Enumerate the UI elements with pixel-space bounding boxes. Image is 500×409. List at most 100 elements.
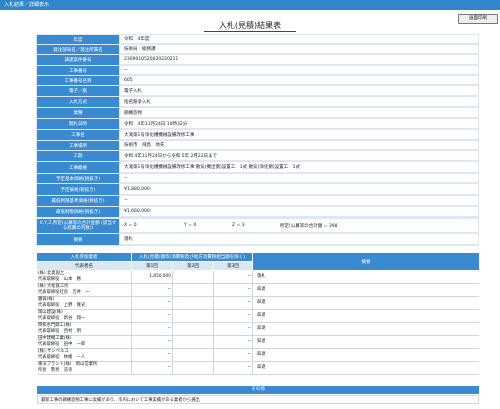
bid-remark: 辞退 (257, 326, 266, 331)
round1-amount: − (167, 300, 171, 305)
field-value: ¥1,660,000- (120, 207, 478, 217)
field-label: 工事概要 (37, 162, 119, 173)
round1-amount: − (167, 287, 171, 292)
company-name: (株) 大松鉄工所 (38, 284, 69, 289)
field-label: 工事番号名称 (37, 76, 119, 85)
column-divider (213, 310, 214, 322)
company-name: (株) サンペルコ (38, 349, 69, 354)
bid-remark: 辞退 (257, 300, 266, 305)
participants-header: 入札参加業者 (37, 253, 131, 261)
other-value: 最新工事の鋼構造物工事に実績があり、市内において工事実績がある業者から選出 (37, 395, 479, 404)
amounts-header: 入札(見積)額等(消費税及び地方消費税相当額を除く) (132, 253, 252, 261)
column-divider (213, 362, 214, 374)
bid-remark: 辞退 (257, 365, 266, 370)
rep-name: 代表取締役 田中 一郎 (38, 342, 86, 347)
column-divider (172, 271, 173, 283)
table-row: (株) サンペルコ 代表取締役 林尾 一人 − − 辞退 (37, 349, 479, 362)
column-divider (131, 284, 132, 296)
table-row: (株) 北奥国土 代表取締役 山本 勝 1,850,000 − 落札 (37, 271, 479, 284)
rep-name: 代表取締役社長 吉井 一 (38, 290, 90, 295)
field-value: 令和 4年11月24日 10時32分 (120, 119, 478, 129)
field-label: 最低制限基準価格(税抜き) (37, 196, 119, 206)
column-divider (213, 284, 214, 296)
column-divider (131, 310, 132, 322)
column-divider (131, 349, 132, 361)
column-divider (252, 362, 253, 374)
column-divider (213, 297, 214, 309)
rep-name: 代表取締役 西村 明 (38, 329, 81, 334)
rep-name: 代表取締役 上野 隆史 (38, 303, 86, 308)
column-divider (172, 297, 173, 309)
column-divider (213, 336, 214, 348)
column-divider (131, 271, 132, 283)
bid-remark: 辞退 (257, 313, 266, 318)
column-divider (252, 284, 253, 296)
field-label: 発注部局名／発注所属名 (37, 45, 119, 54)
page-title: 入札(見積)結果表 (218, 21, 282, 30)
column-divider (131, 336, 132, 348)
field-value: 電子入札 (120, 86, 478, 96)
column-divider (172, 336, 173, 348)
field-label: 業種 (37, 108, 119, 118)
company-name: 明和水門鋼工(株) (38, 323, 72, 328)
round3-header: 第3回 (214, 262, 252, 270)
table-row: 岡山建設(株) 代表取締役 新谷 翔一 − − 辞退 (37, 310, 479, 323)
rep-name: 代表取締役 林尾 一人 (38, 355, 86, 360)
score-x: X = 0 (124, 223, 137, 228)
round1-amount: − (167, 339, 171, 344)
table-row: 田中建機工業(株) 代表取締役 田中 一郎 − − 辞退 (37, 336, 479, 349)
field-value: 605 (120, 76, 478, 85)
round3-amount: − (247, 365, 251, 370)
round3-amount: − (247, 326, 251, 331)
column-divider (172, 284, 173, 296)
column-divider (172, 323, 173, 335)
field-label: 開札日時 (37, 119, 119, 129)
column-divider (131, 323, 132, 335)
field-label: 年度 (37, 35, 119, 44)
field-value: 技術市 飛鳥 地先 (120, 141, 478, 150)
bid-remarks-header: 摘要 (253, 253, 479, 270)
score-z: Z = 3 (232, 223, 245, 228)
field-label: 予定価格(税抜き) (37, 184, 119, 195)
field-label: 工事名 (37, 130, 119, 140)
score-y: Y = 0 (184, 223, 197, 228)
top-bar-title: 入札結果／詳細表示 (4, 2, 50, 8)
field-label: 工事場所 (37, 141, 119, 150)
column-divider (172, 349, 173, 361)
field-label: 予定基本価格(税抜き) (37, 174, 119, 183)
column-divider (252, 323, 253, 335)
company-name: 東洋プラント(株) 岡山営業所 (38, 362, 98, 367)
table-row: 明和水門鋼工(株) 代表取締役 西村 明 − − 辞退 (37, 323, 479, 336)
title-underline (204, 31, 296, 32)
round3-amount: − (247, 274, 251, 279)
field-value: 2309010520020220211 (120, 55, 478, 65)
field-value: ¥1,880,000- (120, 184, 478, 195)
company-name: 瀬翁(株) (38, 297, 55, 302)
score-row-label: X,Y,Z,所定(公募等の合計金額 (該当する経費の内数)) (37, 219, 119, 233)
column-divider (252, 336, 253, 348)
score-note: 所定(公募等の合計額 = 398 (280, 223, 338, 229)
round3-amount: − (247, 300, 251, 305)
round3-amount: − (247, 287, 251, 292)
field-label: 最低制限価格(税抜き) (37, 207, 119, 217)
round3-amount: − (247, 339, 251, 344)
field-value: 大滝第1号浄化槽機械設備改修工事 (120, 130, 478, 140)
column-divider (213, 271, 214, 283)
round1-amount: − (167, 365, 171, 370)
field-value: − (120, 174, 478, 183)
field-label: 調達案件番号 (37, 55, 119, 65)
round1-amount: − (167, 326, 171, 331)
field-label: 入札方式 (37, 97, 119, 107)
column-divider (213, 349, 214, 361)
column-divider (131, 297, 132, 309)
company-name: 田中建機工業(株) (38, 336, 72, 341)
column-divider (252, 349, 253, 361)
field-value: − (120, 66, 478, 75)
bid-remark: 辞退 (257, 352, 266, 357)
remarks-label: 摘要 (37, 234, 119, 245)
round1-header: 第1回 (132, 262, 172, 270)
company-name: (株) 北奥国土 (38, 271, 65, 276)
field-value: 令和 4年11月24日から令和 5年 2月22日まで (120, 151, 478, 161)
column-divider (172, 362, 173, 374)
top-bar: 入札結果／詳細表示 (0, 0, 500, 10)
